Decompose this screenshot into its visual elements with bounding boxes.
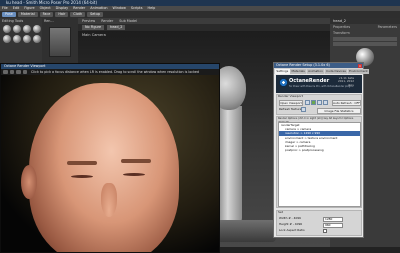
color-tool-icon[interactable] <box>23 35 31 43</box>
rendered-face <box>29 83 179 252</box>
nose <box>101 183 117 217</box>
camera-icon[interactable] <box>305 99 310 105</box>
focus-picker-icon[interactable] <box>22 69 27 75</box>
tab-properties[interactable]: Properties <box>333 25 350 29</box>
rotate-tool-icon[interactable] <box>3 25 11 33</box>
render-target-tree: renderTarget camera > camera resolution … <box>278 122 361 207</box>
scale-tool-icon[interactable] <box>33 25 41 33</box>
tab-materials[interactable]: Materials <box>290 68 307 74</box>
tab-animation[interactable]: Animation <box>306 68 325 74</box>
octane-logo-icon <box>279 78 288 87</box>
tab-parameters[interactable]: Parameters <box>378 25 397 29</box>
translate-tool-icon[interactable] <box>23 25 31 33</box>
image-file-statistics-button[interactable]: Image File Statistics <box>317 107 361 114</box>
parameter-dial[interactable] <box>333 37 397 41</box>
tab-material[interactable]: Material <box>17 12 38 17</box>
library-title: Ren... <box>44 19 54 23</box>
tab-hair[interactable]: Hair <box>55 12 69 17</box>
ear <box>21 165 37 199</box>
transform-section: Transform <box>333 31 350 35</box>
stop-icon[interactable] <box>323 99 328 105</box>
render-viewport-section: Render Viewport Open Viewport Auto Refre… <box>276 94 362 115</box>
pause-icon[interactable] <box>3 69 8 75</box>
refresh-icon[interactable] <box>9 69 14 75</box>
height-field[interactable]: 960 <box>323 222 343 229</box>
lock-icon[interactable] <box>16 69 21 75</box>
camera-label: Main Camera <box>82 33 106 37</box>
tab-face[interactable]: Face <box>39 12 54 17</box>
parameter-dial[interactable] <box>333 42 397 46</box>
figure-select[interactable]: No Figure <box>82 25 105 30</box>
resolution-section-title: Set <box>278 210 283 214</box>
viewport-toolbar: No Figure head_2 <box>78 24 330 31</box>
refresh-icon[interactable] <box>301 107 306 112</box>
dialog-tabs: Settings Materials Animation Cuda Device… <box>274 68 370 74</box>
editing-tools-panel: Editing Tools <box>0 18 42 63</box>
lock-aspect-checkbox[interactable] <box>323 229 327 233</box>
lock-aspect-label: Lock Aspect Ratio <box>279 228 305 232</box>
tree-item-postproc[interactable]: postproc > postprocessing <box>279 148 360 152</box>
tab-pose[interactable]: Pose <box>2 12 16 17</box>
octane-render-setup-dialog: Octane Render Setup (3.1.0x 6) × Setting… <box>273 62 370 238</box>
width-label: Width # - 4096 <box>279 216 301 220</box>
tab-settings[interactable]: Settings <box>275 68 290 74</box>
octane-logo-banner: OctaneRender for Poser with Poser & Pro,… <box>276 75 362 93</box>
rendered-image[interactable] <box>1 75 219 252</box>
height-label: Height # - 4096 <box>279 222 303 226</box>
refresh-textures-label: Refresh Textures <box>279 107 303 111</box>
chain-break-tool-icon[interactable] <box>13 35 21 43</box>
actor-select[interactable]: head_2 <box>107 25 126 30</box>
pause-icon[interactable] <box>317 99 322 105</box>
library-panel: Ren... <box>42 18 78 63</box>
room-tabs: Pose Material Face Hair Cloth Setup <box>0 11 400 18</box>
render-viewport-section-title: Render Viewport <box>278 94 303 98</box>
left-brow <box>67 161 97 165</box>
right-eye <box>123 173 145 176</box>
library-thumbnail[interactable] <box>49 27 71 57</box>
render-options-section: Render Options (ctrl-C in Light (LC)) ke… <box>276 116 362 208</box>
play-icon[interactable] <box>311 99 316 105</box>
octane-render-viewport: Octane Render Viewport Click to pick a f… <box>0 63 220 253</box>
tab-environment[interactable]: Environment <box>347 68 370 74</box>
open-viewport-button[interactable]: Open Viewport <box>279 100 303 106</box>
otoy-brand: otoy <box>347 82 355 87</box>
twist-tool-icon[interactable] <box>13 25 21 33</box>
tab-cuda-devices[interactable]: Cuda Devices <box>324 68 348 74</box>
width-field[interactable]: 1280 <box>323 216 343 223</box>
resolution-section: Set Width # - 4096 1280 Height # - 4096 … <box>276 210 362 236</box>
auto-refresh-button[interactable]: Auto Refresh : OFF <box>332 100 361 106</box>
close-icon[interactable]: × <box>358 63 362 68</box>
taper-tool-icon[interactable] <box>3 35 11 43</box>
left-eye <box>71 175 93 178</box>
grouping-tool-icon[interactable] <box>33 35 41 43</box>
right-brow <box>121 159 151 163</box>
tab-cloth[interactable]: Cloth <box>70 12 86 17</box>
tab-setup[interactable]: Setup <box>87 12 104 17</box>
octane-logo-text: OctaneRender <box>289 78 330 84</box>
properties-panel-title: head_2 <box>333 19 347 23</box>
